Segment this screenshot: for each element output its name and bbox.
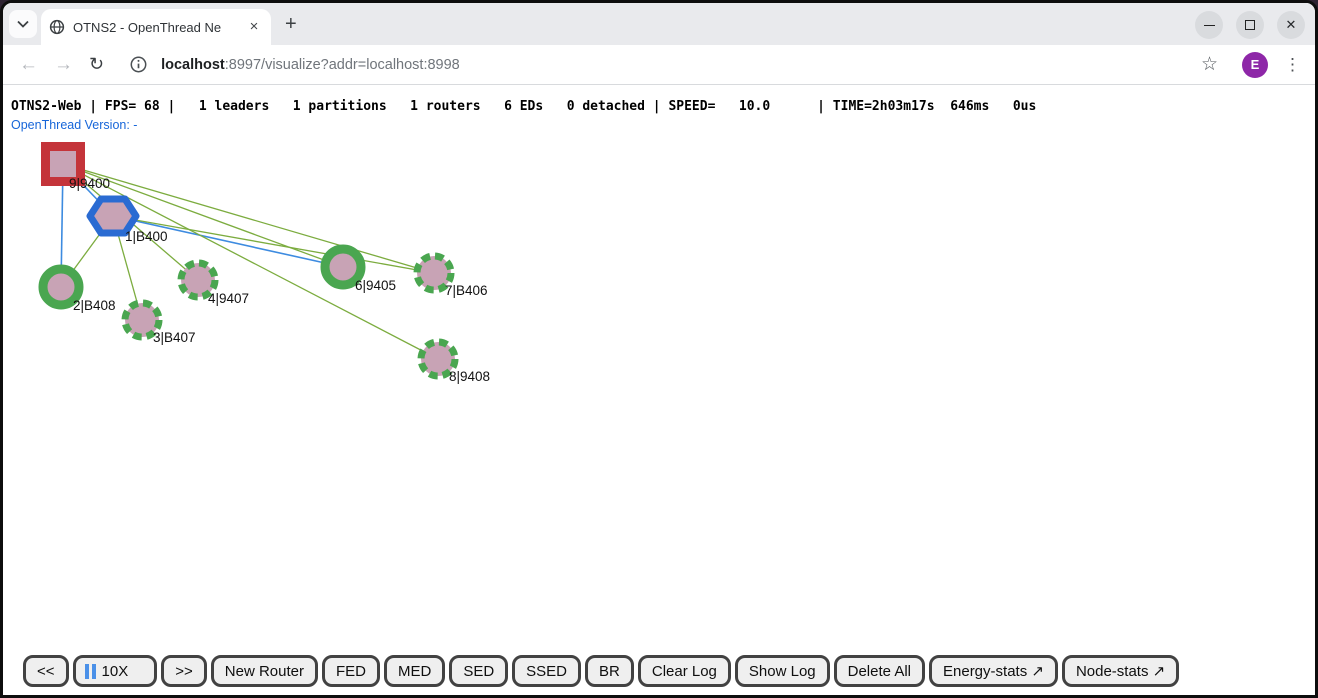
back-icon[interactable]: ← (19, 54, 38, 76)
page-content: 9|9400 1|B400 2|B408 3|B407 4|9407 6|9405 7|B4… (3, 85, 1315, 693)
pause-icon (85, 664, 96, 679)
node-label-7|B406: 7|B406 (445, 283, 488, 298)
br-button[interactable]: BR (585, 655, 634, 687)
node-label-2|B408: 2|B408 (73, 298, 116, 313)
action-toolbar: << 10X >> New Router FED MED SED SSED BR… (23, 655, 1179, 687)
reload-icon[interactable]: ↻ (89, 54, 104, 75)
address-bar[interactable]: localhost:8997/visualize?addr=localhost:… (161, 57, 460, 73)
link-1|B400-7|B406 (113, 216, 434, 273)
step-forward-button[interactable]: >> (161, 655, 207, 687)
minimize-icon (1204, 25, 1215, 26)
globe-favicon-icon (49, 19, 65, 35)
med-button[interactable]: MED (384, 655, 445, 687)
page-info-icon[interactable] (130, 56, 147, 73)
node-label-6|9405: 6|9405 (355, 278, 396, 293)
openthread-version-link[interactable]: OpenThread Version: - (11, 118, 137, 132)
window-controls: ✕ (1195, 11, 1305, 39)
show-log-button[interactable]: Show Log (735, 655, 830, 687)
tab-title: OTNS2 - OpenThread Ne (73, 20, 233, 35)
tab-strip: OTNS2 - OpenThread Ne × + ✕ (3, 3, 1315, 45)
speed-label: 10X (102, 663, 129, 680)
maximize-icon (1245, 20, 1255, 30)
node-label-9|9400: 9|9400 (69, 176, 110, 191)
maximize-button[interactable] (1236, 11, 1264, 39)
browser-window: OTNS2 - OpenThread Ne × + ✕ ← → ↻ localh… (0, 0, 1318, 698)
tab-otns2[interactable]: OTNS2 - OpenThread Ne × (41, 9, 271, 45)
speed-button[interactable]: 10X (73, 655, 158, 687)
node-label-3|B407: 3|B407 (153, 330, 196, 345)
tab-search-button[interactable] (9, 10, 37, 38)
url-host: localhost (161, 57, 225, 73)
clear-log-button[interactable]: Clear Log (638, 655, 731, 687)
url-path: :8997/visualize?addr=localhost:8998 (225, 57, 460, 73)
network-canvas: 9|9400 1|B400 2|B408 3|B407 4|9407 6|9405 7|B4… (3, 85, 1315, 693)
chevron-down-icon (17, 20, 29, 28)
bookmark-star-icon[interactable]: ☆ (1201, 53, 1218, 76)
node-label-4|9407: 4|9407 (208, 291, 249, 306)
energy-stats-button[interactable]: Energy-stats ↗ (929, 655, 1058, 687)
delete-all-button[interactable]: Delete All (834, 655, 925, 687)
new-router-button[interactable]: New Router (211, 655, 318, 687)
fed-button[interactable]: FED (322, 655, 380, 687)
link-9|9400-8|9408 (63, 164, 438, 359)
node-stats-button[interactable]: Node-stats ↗ (1062, 655, 1179, 687)
forward-icon[interactable]: → (54, 54, 73, 76)
node-label-8|9408: 8|9408 (449, 369, 490, 384)
menu-dots-icon[interactable]: ⋮ (1284, 55, 1301, 75)
close-button[interactable]: ✕ (1277, 11, 1305, 39)
toolbar-right: ☆ E ⋮ (1201, 52, 1315, 78)
ssed-button[interactable]: SSED (512, 655, 581, 687)
profile-avatar[interactable]: E (1242, 52, 1268, 78)
sed-button[interactable]: SED (449, 655, 508, 687)
node-label-1|B400: 1|B400 (125, 229, 168, 244)
step-back-button[interactable]: << (23, 655, 69, 687)
minimize-button[interactable] (1195, 11, 1223, 39)
simulation-status-line: OTNS2-Web | FPS= 68 | 1 leaders 1 partit… (11, 99, 1036, 114)
new-tab-button[interactable]: + (285, 13, 297, 36)
tab-close-icon[interactable]: × (245, 18, 263, 36)
browser-toolbar: ← → ↻ localhost:8997/visualize?addr=loca… (3, 45, 1315, 85)
node-1|B400[interactable] (90, 199, 136, 233)
